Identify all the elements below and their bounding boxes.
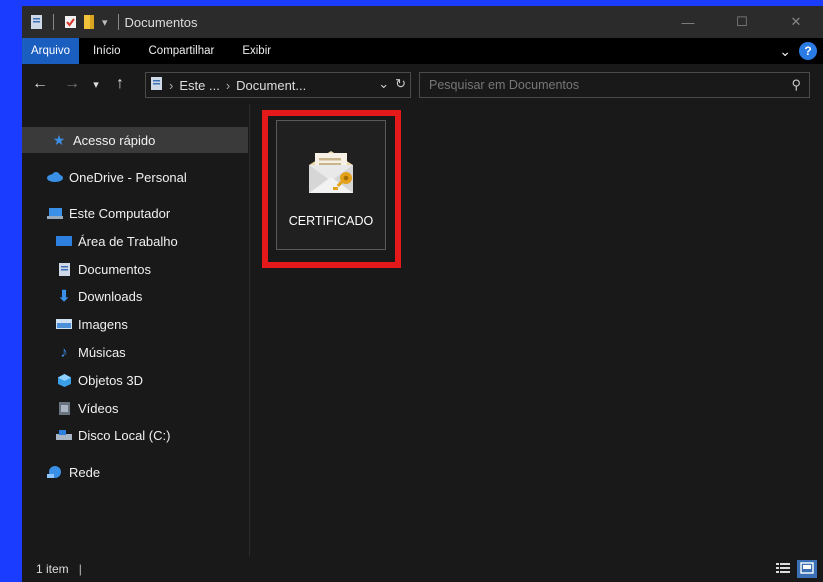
ribbon-tabs: Arquivo Início Compartilhar Exibir ⌄ ? [22, 38, 823, 64]
sidebar-item-label: Disco Local (C:) [78, 427, 171, 443]
breadcrumb-documentos[interactable]: Document... [236, 78, 306, 93]
breadcrumb-separator-icon: › [225, 77, 231, 93]
search-input[interactable]: Pesquisar em Documentos ⚲ [419, 72, 810, 98]
window-title: Documentos [124, 14, 198, 30]
sidebar-item-area-de-trabalho[interactable]: Área de Trabalho [22, 228, 248, 254]
sidebar-item-downloads[interactable]: ⬇ Downloads [22, 283, 248, 309]
sidebar-item-objetos-3d[interactable]: Objetos 3D [22, 367, 248, 393]
status-separator: | [78, 562, 82, 576]
tab-compartilhar[interactable]: Compartilhar [135, 38, 229, 64]
documents-location-icon [150, 76, 163, 94]
sidebar-item-rede[interactable]: Rede [22, 459, 248, 485]
status-bar: 1 item | [22, 556, 823, 582]
recent-locations-chevron-icon[interactable]: ▾ [84, 78, 108, 91]
sidebar-item-label: Imagens [78, 316, 128, 332]
toolbar-divider [53, 14, 54, 30]
up-arrow-icon[interactable]: ↑ [108, 75, 132, 93]
file-explorer-window: ▾ Documentos — ☐ ✕ Arquivo Início Compar… [22, 6, 823, 582]
new-folder-icon[interactable] [83, 14, 96, 30]
large-icons-view-icon [800, 561, 814, 577]
forward-arrow-icon[interactable]: → [60, 75, 84, 93]
sidebar-item-label: Downloads [78, 288, 143, 304]
large-icons-view-button[interactable] [797, 560, 817, 578]
desktop-icon [56, 234, 72, 248]
address-tools: ⌄ ↻ [378, 76, 406, 92]
search-placeholder: Pesquisar em Documentos [429, 78, 580, 92]
address-history-chevron-icon[interactable]: ⌄ [378, 76, 389, 92]
view-toggle-group [773, 560, 817, 578]
cloud-icon [47, 170, 63, 184]
sidebar-item-label: Objetos 3D [78, 372, 144, 388]
cube-icon [56, 373, 72, 387]
music-icon: ♪ [60, 343, 68, 361]
computer-icon [47, 206, 63, 220]
sidebar-item-este-computador[interactable]: Este Computador [22, 200, 248, 226]
minimize-button[interactable]: — [661, 6, 715, 38]
sidebar-item-documentos[interactable]: Documentos [22, 256, 248, 282]
search-icon: ⚲ [791, 77, 801, 92]
breadcrumb-este-computador[interactable]: Este ... [179, 78, 219, 93]
customize-toolbar-dropdown[interactable]: ▾ [102, 16, 108, 29]
tab-exibir[interactable]: Exibir [228, 38, 285, 64]
maximize-icon: ☐ [736, 14, 748, 29]
minimize-icon: — [681, 14, 695, 30]
sidebar-item-label: Documentos [78, 261, 151, 277]
sidebar-item-disco-local[interactable]: Disco Local (C:) [22, 422, 248, 448]
tab-inicio[interactable]: Início [79, 38, 135, 64]
window-controls: — ☐ ✕ [661, 6, 823, 38]
refresh-icon[interactable]: ↻ [395, 76, 406, 92]
drive-icon [56, 428, 72, 442]
properties-icon[interactable] [64, 14, 77, 30]
ribbon-right-controls: ⌄ ? [779, 42, 817, 60]
sidebar-item-acesso-rapido[interactable]: ★ Acesso rápido [22, 127, 248, 153]
sidebar-item-videos[interactable]: Vídeos [22, 395, 248, 421]
sidebar-item-label: OneDrive - Personal [69, 169, 187, 185]
document-icon [56, 262, 72, 276]
file-list-area: CERTIFICADO [251, 104, 823, 556]
toolbar-divider [117, 14, 119, 30]
sidebar-item-label: Área de Trabalho [78, 233, 178, 249]
maximize-button[interactable]: ☐ [715, 6, 769, 38]
sidebar-item-label: Rede [69, 464, 101, 480]
expand-ribbon-chevron-icon[interactable]: ⌄ [779, 43, 791, 60]
breadcrumb-separator-icon: › [169, 77, 174, 93]
sidebar-item-onedrive[interactable]: OneDrive - Personal [22, 164, 248, 190]
sidebar-item-label: Este Computador [69, 205, 171, 221]
network-icon [47, 465, 63, 479]
tab-arquivo[interactable]: Arquivo [22, 38, 79, 64]
selection-highlight-box [262, 110, 401, 268]
sidebar-item-label: Vídeos [78, 400, 119, 416]
close-button[interactable]: ✕ [769, 6, 823, 38]
address-bar[interactable]: › Este ... › Document... ⌄ ↻ [145, 72, 411, 98]
sidebar-item-label: Músicas [78, 344, 126, 360]
image-icon [56, 317, 72, 331]
download-icon: ⬇ [57, 288, 71, 305]
video-icon [56, 401, 72, 415]
sidebar-item-label: Acesso rápido [73, 132, 156, 148]
title-bar: ▾ Documentos — ☐ ✕ [22, 6, 823, 38]
back-arrow-icon[interactable]: ← [28, 75, 52, 93]
navigation-pane: ★ Acesso rápido OneDrive - Personal Este… [22, 104, 250, 556]
quick-access-toolbar: ▾ [22, 14, 123, 30]
sidebar-item-imagens[interactable]: Imagens [22, 311, 248, 337]
details-view-icon [776, 562, 790, 577]
help-button[interactable]: ? [799, 42, 817, 60]
sidebar-item-musicas[interactable]: ♪ Músicas [22, 339, 248, 365]
close-icon: ✕ [790, 14, 802, 29]
explorer-document-icon [30, 14, 43, 30]
details-view-button[interactable] [773, 560, 793, 578]
navigation-bar: ← → ▾ ↑ › Este ... › Document... ⌄ ↻ Pes… [22, 64, 823, 104]
item-count: 1 item [36, 562, 69, 576]
star-icon: ★ [52, 131, 66, 148]
